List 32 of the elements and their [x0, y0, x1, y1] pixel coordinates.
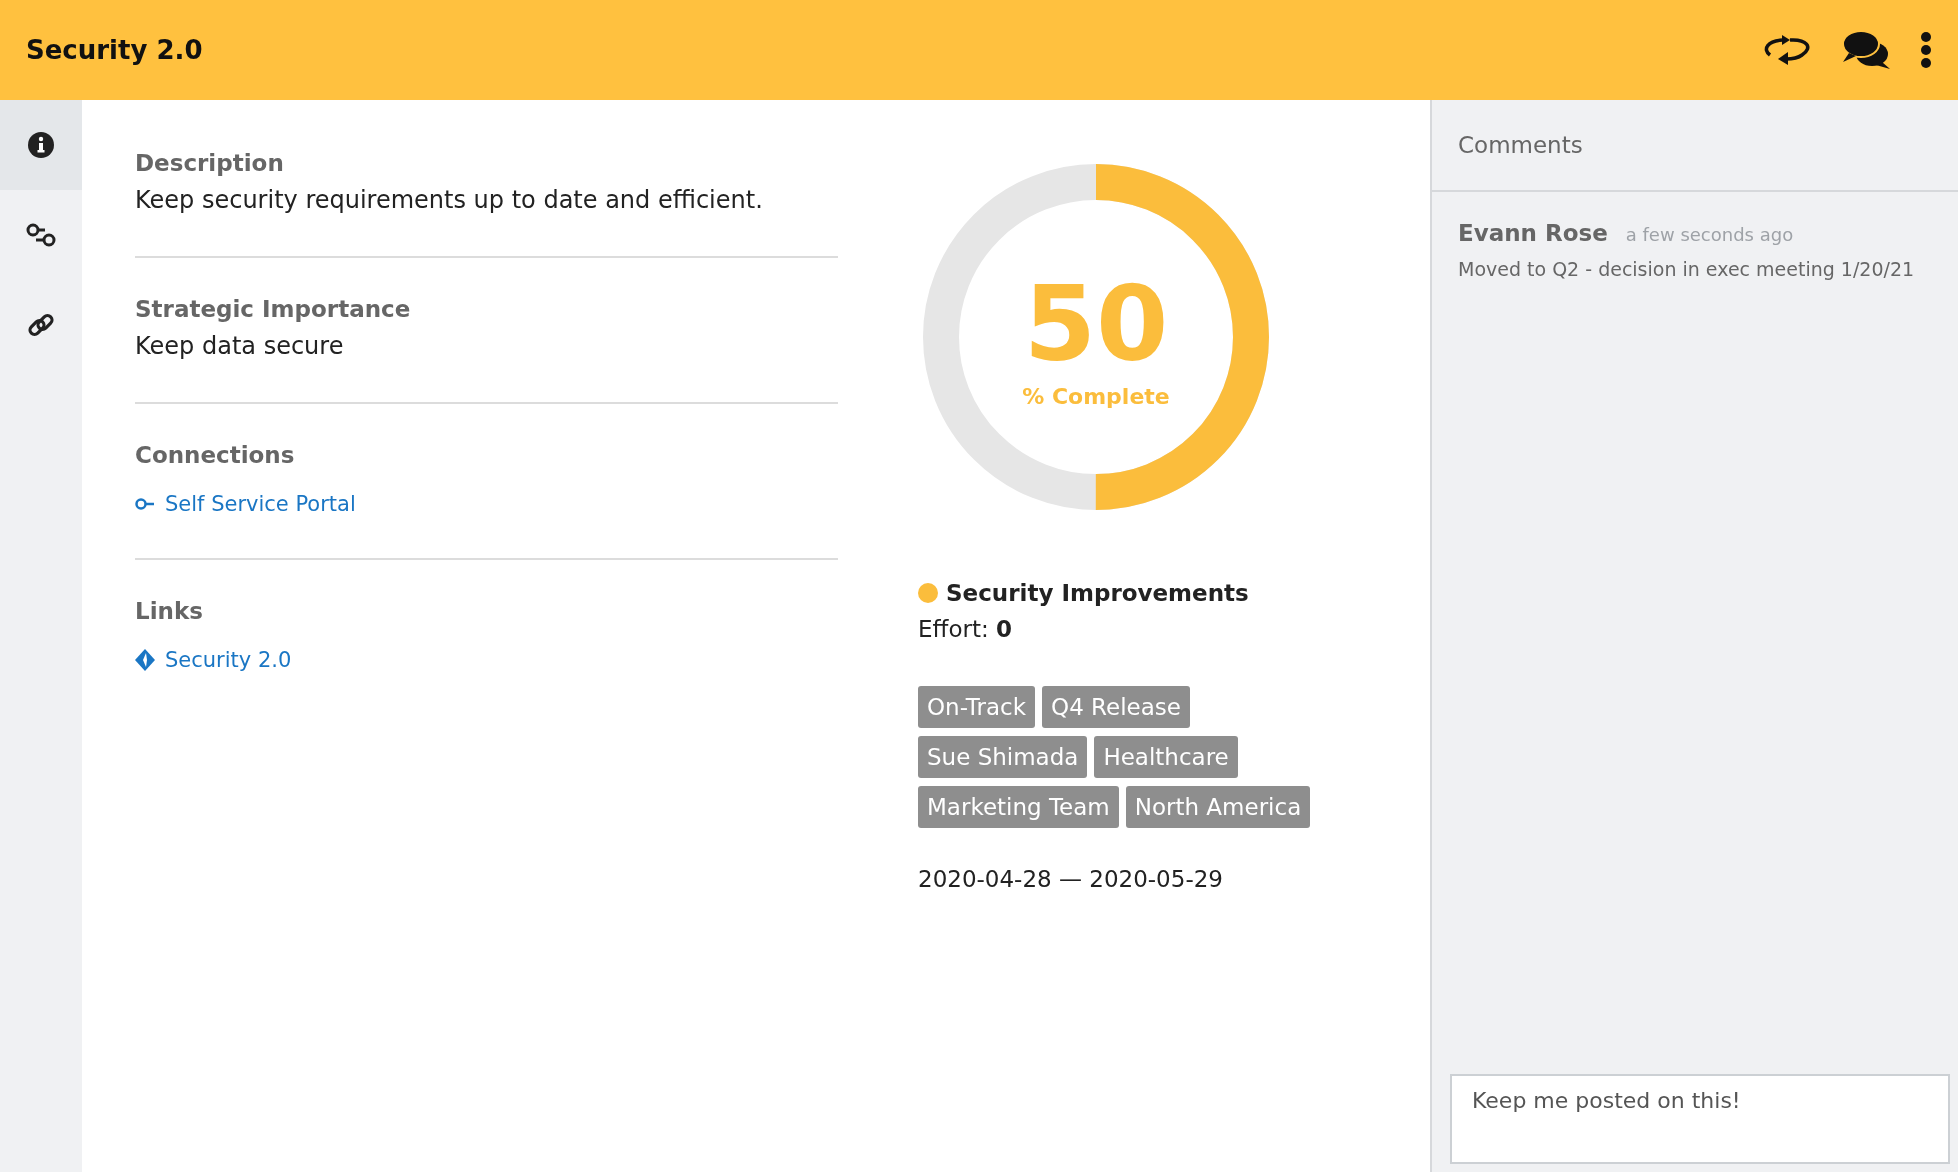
comment-input[interactable]: Keep me posted on this! — [1450, 1074, 1950, 1164]
tag: Healthcare — [1094, 736, 1238, 778]
date-range: 2020-04-28 — 2020-05-29 — [918, 866, 1224, 892]
tag: North America — [1125, 786, 1311, 828]
initiative-name: Security Improvements — [946, 580, 1249, 606]
diamond-icon — [135, 649, 155, 671]
connection-icon — [135, 497, 155, 511]
info-icon — [27, 131, 55, 159]
progress-value: 50 — [1023, 271, 1169, 376]
comment-text: Moved to Q2 - decision in exec meeting 1/20/21 — [1458, 258, 1916, 280]
sidebar-tab[interactable] — [0, 100, 82, 190]
more-menu-button[interactable] — [1920, 32, 1932, 68]
effort-text: Effort: 0 — [918, 616, 1013, 642]
comment-author: Evann Rose — [1458, 220, 1608, 246]
connection-link[interactable]: Self Service Portal — [135, 492, 356, 516]
tag: Sue Shimada — [918, 736, 1088, 778]
link-item[interactable]: Security 2.0 — [135, 648, 292, 672]
section-label: Links — [135, 598, 204, 624]
description-text: Keep security requirements up to date and efficient. — [135, 186, 764, 214]
strategic-importance-text: Keep data secure — [135, 332, 345, 360]
comment-time: a few seconds ago — [1625, 224, 1794, 245]
comments-title: Comments — [1432, 100, 1958, 192]
tag: On-Track — [918, 686, 1036, 728]
comments-button[interactable] — [1842, 30, 1892, 70]
section-label: Connections — [135, 442, 296, 468]
connections-icon — [25, 221, 57, 249]
tag: Q4 Release — [1042, 686, 1190, 728]
section-label: Description — [135, 150, 285, 176]
progress-caption: % Complete — [1022, 383, 1170, 409]
page-title: Security 2.0 — [26, 35, 203, 65]
section-label: Strategic Importance — [135, 296, 412, 322]
tag: Marketing Team — [918, 786, 1119, 828]
